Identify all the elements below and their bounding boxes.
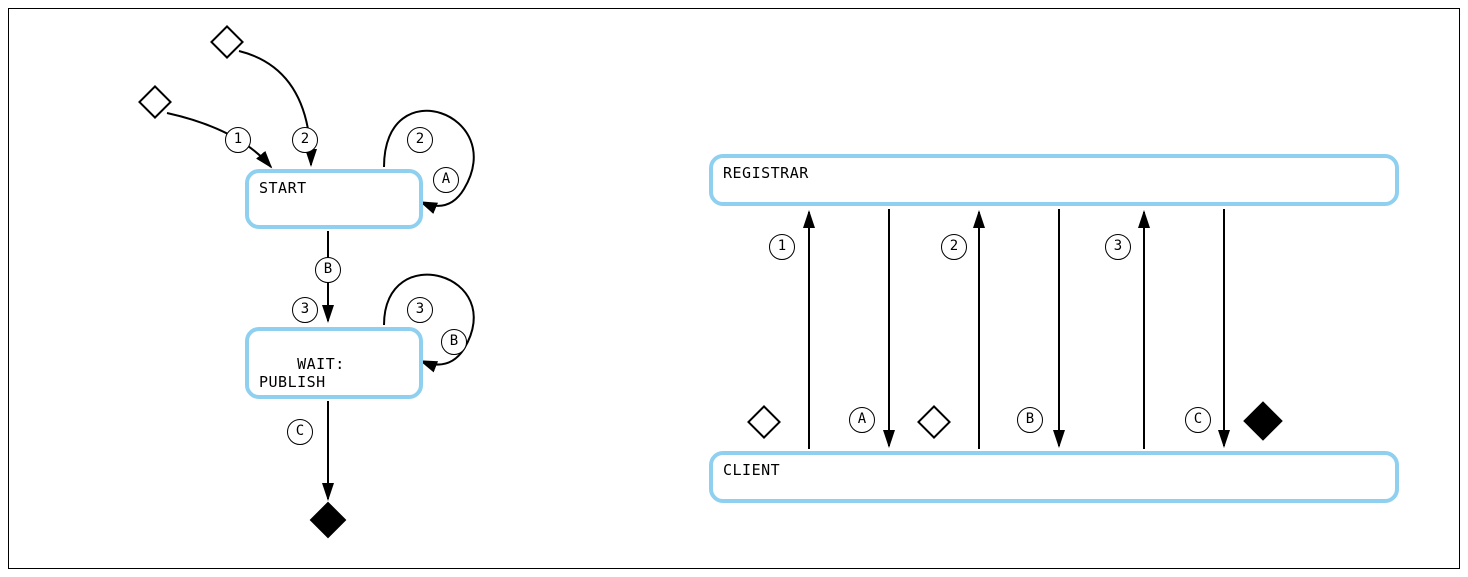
filled-diamond-icon bbox=[1243, 401, 1283, 441]
edge-label-A: A bbox=[433, 167, 459, 193]
state-label: WAIT: PUBLISH bbox=[259, 355, 345, 391]
seq-label-2: 2 bbox=[941, 234, 967, 260]
sequence-svg bbox=[699, 9, 1459, 570]
edge-label-1: 1 bbox=[225, 127, 251, 153]
seq-label-A: A bbox=[849, 407, 875, 433]
seq-label-1: 1 bbox=[769, 234, 795, 260]
state-label: START bbox=[259, 179, 307, 197]
open-diamond-icon bbox=[918, 406, 949, 437]
filled-diamond-icon bbox=[310, 502, 347, 539]
edge-label-3b: 3 bbox=[407, 297, 433, 323]
state-machine-svg bbox=[9, 9, 629, 570]
edge-label-3: 3 bbox=[292, 297, 318, 323]
diagram-frame: START WAIT: PUBLISH 1 2 2 A B 3 3 B C RE… bbox=[8, 8, 1460, 569]
open-diamond-icon bbox=[748, 406, 779, 437]
edge-label-B: B bbox=[315, 257, 341, 283]
edge-label-Bself: B bbox=[441, 329, 467, 355]
seq-label-3: 3 bbox=[1105, 234, 1131, 260]
seq-label-C: C bbox=[1185, 407, 1211, 433]
edge-label-C: C bbox=[287, 419, 313, 445]
open-diamond-icon bbox=[211, 26, 242, 57]
open-diamond-icon bbox=[139, 86, 170, 117]
state-wait-publish: WAIT: PUBLISH bbox=[245, 327, 423, 399]
state-start: START bbox=[245, 169, 423, 229]
edge-label-2b: 2 bbox=[407, 127, 433, 153]
seq-label-B: B bbox=[1017, 407, 1043, 433]
edge-label-2: 2 bbox=[292, 127, 318, 153]
